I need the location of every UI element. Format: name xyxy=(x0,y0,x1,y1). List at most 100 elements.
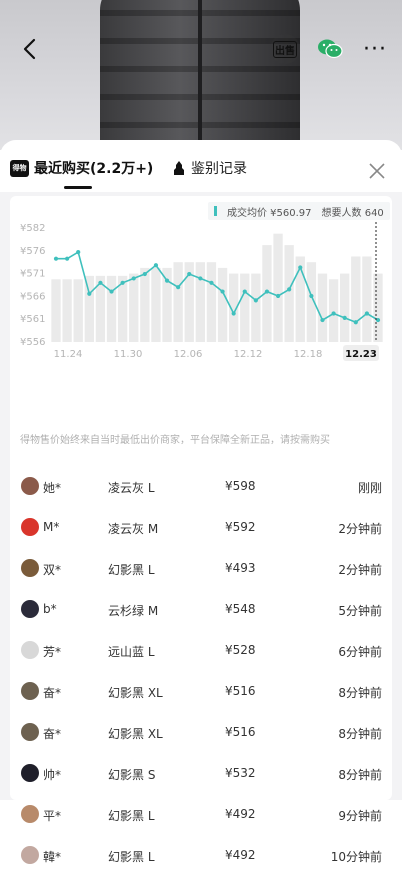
time-label: 8分钟前 xyxy=(338,686,382,700)
avatar xyxy=(21,846,39,864)
wants-bar xyxy=(362,256,372,342)
time-label: 5分钟前 xyxy=(338,604,382,618)
more-icon: ··· xyxy=(363,36,387,62)
purchase-row: b* 云杉绿 M ¥548 5分钟前 xyxy=(10,589,392,630)
wechat-share-button[interactable] xyxy=(315,34,345,64)
wants-bar xyxy=(84,275,94,342)
chart-legend: 成交均价 ¥560.97 想要人数 640 xyxy=(208,202,390,220)
y-tick-label: ¥556 xyxy=(20,337,45,348)
avg-price-point xyxy=(342,315,347,320)
avg-price-point xyxy=(264,289,270,294)
buyer-name: 奋* xyxy=(43,727,62,741)
dewu-logo-icon: 得物 xyxy=(10,159,29,177)
price-value: ¥548 xyxy=(225,602,256,616)
avatar xyxy=(21,477,39,495)
avg-price-point xyxy=(364,311,369,316)
sku-label: 幻影黑 S xyxy=(108,768,156,782)
chart-svg: ¥582 ¥576 ¥571 ¥566 ¥561 ¥556 11.24 11.30 12.06 1… xyxy=(20,214,383,361)
wants-bar xyxy=(151,267,161,342)
buyer-name: 奋* xyxy=(43,686,62,700)
x-tick-label: 12.23 xyxy=(345,349,377,360)
avg-price-point xyxy=(309,293,314,299)
time-label: 刚刚 xyxy=(357,481,382,495)
avg-price-point xyxy=(275,293,281,299)
y-tick-label: ¥571 xyxy=(20,269,45,280)
wants-bar xyxy=(62,279,72,342)
wants-bar xyxy=(273,233,283,342)
y-tick-label: ¥566 xyxy=(20,291,45,302)
wants-bar xyxy=(251,273,261,342)
purchase-row: 韓* 幻影黑 L ¥492 10分钟前 xyxy=(10,835,392,876)
purchase-row: 双* 幻影黑 L ¥493 2分钟前 xyxy=(10,548,392,589)
wants-bar xyxy=(317,273,328,342)
avg-price-point xyxy=(76,250,81,255)
wechat-icon xyxy=(318,39,343,59)
product-photo-coat xyxy=(100,0,300,150)
price-value: ¥528 xyxy=(225,643,256,657)
sku-label: 幻影黑 L xyxy=(108,850,155,864)
avg-price-point xyxy=(320,317,325,323)
wants-bar xyxy=(217,267,228,342)
wants-bar xyxy=(240,273,250,342)
avatar xyxy=(21,723,39,741)
sku-label: 远山蓝 L xyxy=(108,645,155,659)
sku-label: 凌云灰 L xyxy=(108,481,155,495)
time-label: 9分钟前 xyxy=(338,809,382,823)
wants-bar xyxy=(340,273,350,342)
wants-bar xyxy=(51,279,61,342)
tab-recent-purchases[interactable]: 得物 最近购买(2.2万+) xyxy=(10,158,153,178)
purchase-row: 奋* 幻影黑 XL ¥516 8分钟前 xyxy=(10,712,392,753)
close-icon xyxy=(369,163,385,179)
legend-wants-count: 想要人数 640 xyxy=(321,207,384,219)
sell-button[interactable]: 出售 xyxy=(270,34,300,64)
price-value: ¥516 xyxy=(225,725,256,739)
recent-purchases-sheet: 得物 最近购买(2.2万+) 鉴别记录 成交均价 ¥560.97 想要人数 64… xyxy=(0,140,402,864)
avg-price-point xyxy=(87,291,92,296)
price-value: ¥493 xyxy=(225,561,256,575)
avatar xyxy=(21,764,39,782)
x-tick-label: 12.12 xyxy=(234,349,263,360)
close-button[interactable] xyxy=(366,160,388,182)
purchase-row: 帅* 幻影黑 S ¥532 8分钟前 xyxy=(10,753,392,794)
back-button[interactable] xyxy=(16,34,42,64)
purchase-row: 平* 幻影黑 L ¥492 9分钟前 xyxy=(10,794,392,835)
avg-price-point xyxy=(65,256,70,261)
wants-bar xyxy=(284,245,294,342)
avg-price-point xyxy=(231,311,236,316)
avatar xyxy=(21,518,39,536)
time-label: 2分钟前 xyxy=(338,522,382,536)
price-notice: 得物售价始终来自当时最低出价商家，平台保障全新正品，请按需购买 xyxy=(20,435,330,446)
sku-label: 幻影黑 L xyxy=(108,809,155,823)
avg-price-point xyxy=(220,289,225,294)
tab-recent-purchases-label: 最近购买(2.2万+) xyxy=(34,161,154,177)
buyer-name: b* xyxy=(43,602,57,616)
avg-price-point xyxy=(153,263,159,268)
x-tick-label: 12.18 xyxy=(294,349,323,360)
avg-price-point xyxy=(287,287,292,292)
legend-avg-price: 成交均价 ¥560.97 xyxy=(227,207,312,219)
avatar xyxy=(21,805,39,823)
more-button[interactable]: ··· xyxy=(360,34,390,64)
avg-price-point xyxy=(98,280,103,285)
purchase-row: 芳* 远山蓝 L ¥528 6分钟前 xyxy=(10,630,392,671)
x-tick-label: 11.30 xyxy=(114,349,143,360)
tab-auth-records-label: 鉴别记录 xyxy=(191,161,247,177)
sell-label: 出售 xyxy=(273,40,297,58)
wants-bar xyxy=(129,273,139,342)
avatar xyxy=(21,600,39,618)
time-label: 6分钟前 xyxy=(338,645,382,659)
buyer-name: 双* xyxy=(43,563,62,577)
avg-price-point xyxy=(375,317,381,323)
sku-label: 凌云灰 M xyxy=(108,522,159,536)
avg-price-point xyxy=(176,285,181,290)
price-trend-chart: 成交均价 ¥560.97 想要人数 640 ¥582 ¥576 ¥571 ¥566 ¥5… xyxy=(10,200,392,378)
tab-auth-records[interactable]: 鉴别记录 xyxy=(172,158,247,178)
avg-price-point xyxy=(198,276,203,281)
auth-icon xyxy=(174,161,184,175)
sheet-content: 成交均价 ¥560.97 想要人数 640 ¥582 ¥576 ¥571 ¥566 ¥5… xyxy=(10,196,392,864)
product-image xyxy=(0,0,402,150)
purchase-row: 她* 凌云灰 L ¥598 刚刚 xyxy=(10,466,392,507)
x-tick-label: 11.24 xyxy=(54,349,83,360)
y-tick-label: ¥561 xyxy=(20,314,45,325)
avg-price-point xyxy=(209,280,214,285)
